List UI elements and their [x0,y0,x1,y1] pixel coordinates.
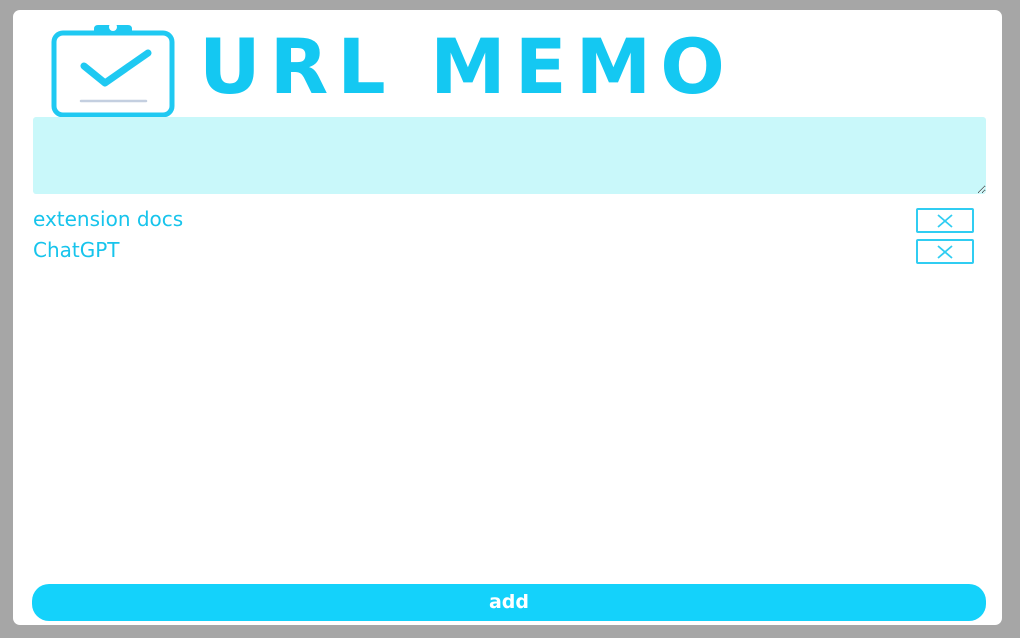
popup-window: URL MEMO extension docs ChatGPT add [13,10,1002,625]
header: URL MEMO [13,10,1002,118]
add-button[interactable]: add [32,584,986,621]
delete-memo-button[interactable] [916,239,974,264]
delete-memo-button[interactable] [916,208,974,233]
memo-item: extension docs [33,206,986,237]
close-x-icon [937,213,953,228]
memo-link[interactable]: extension docs [33,207,183,231]
app-title: URL MEMO [199,22,734,111]
clipboard-check-icon [51,23,175,118]
memo-link[interactable]: ChatGPT [33,238,120,262]
memo-item: ChatGPT [33,237,986,268]
memo-list: extension docs ChatGPT [33,206,986,268]
close-x-icon [937,244,953,259]
memo-input[interactable] [33,117,986,194]
